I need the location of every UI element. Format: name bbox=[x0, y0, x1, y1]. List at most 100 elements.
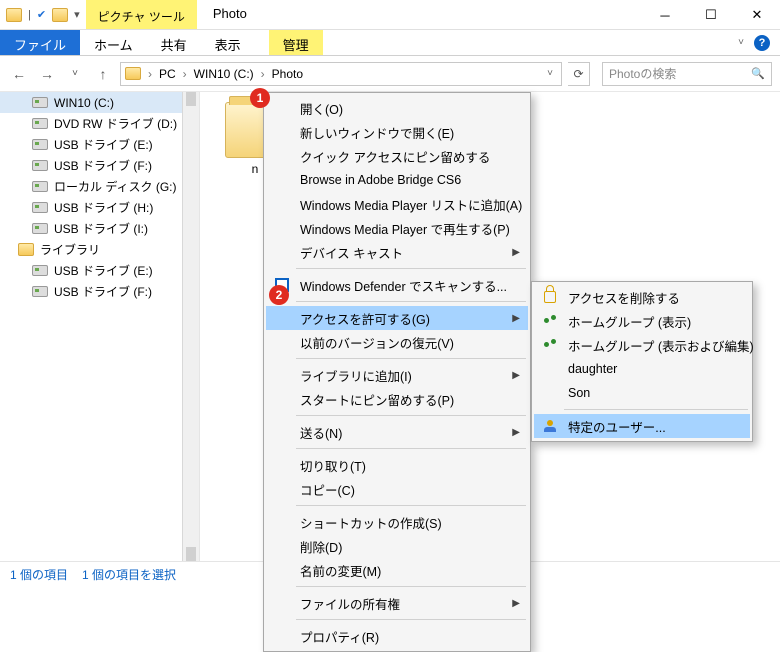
menu-item[interactable]: 切り取り(T) bbox=[266, 453, 528, 477]
menu-item-label: デバイス キャスト bbox=[300, 243, 403, 262]
menu-item[interactable]: Windows Media Player リストに追加(A) bbox=[266, 192, 528, 216]
tree-item-drive[interactable]: DVD RW ドライブ (D:) bbox=[0, 113, 199, 134]
menu-item-label: ホームグループ (表示) bbox=[568, 312, 691, 331]
menu-item[interactable]: 名前の変更(M) bbox=[266, 558, 528, 582]
menu-item[interactable]: Son bbox=[534, 381, 750, 405]
tree-item-label: WIN10 (C:) bbox=[54, 96, 114, 110]
navigation-tree[interactable]: WIN10 (C:)DVD RW ドライブ (D:)USB ドライブ (E:)U… bbox=[0, 92, 200, 561]
menu-item-label: Windows Media Player リストに追加(A) bbox=[300, 195, 522, 214]
menu-item[interactable]: ライブラリに追加(I)▶ bbox=[266, 363, 528, 387]
tree-item-drive[interactable]: USB ドライブ (F:) bbox=[0, 155, 199, 176]
tree-item-label: USB ドライブ (H:) bbox=[54, 199, 153, 216]
scrollbar[interactable] bbox=[182, 92, 199, 561]
up-button[interactable]: ↑ bbox=[92, 63, 114, 85]
menu-item[interactable]: スタートにピン留めする(P) bbox=[266, 387, 528, 411]
back-button[interactable]: ← bbox=[8, 63, 30, 85]
tree-item-libraries[interactable]: ライブラリ bbox=[0, 239, 199, 260]
tab-home[interactable]: ホーム bbox=[80, 30, 147, 55]
folder-icon bbox=[6, 8, 22, 22]
minimize-button[interactable]: ─ bbox=[642, 0, 688, 30]
recent-locations-button[interactable]: ˅ bbox=[64, 63, 86, 85]
share-icon bbox=[541, 336, 559, 354]
menu-item[interactable]: ホームグループ (表示) bbox=[534, 309, 750, 333]
menu-item-label: 新しいウィンドウで開く(E) bbox=[300, 123, 454, 142]
refresh-button[interactable]: ⟳ bbox=[568, 62, 590, 86]
menu-item[interactable]: 特定のユーザー... bbox=[534, 414, 750, 438]
context-submenu-access[interactable]: アクセスを削除するホームグループ (表示) ホームグループ (表示および編集) da… bbox=[531, 281, 753, 442]
tab-file[interactable]: ファイル bbox=[0, 30, 80, 55]
drive-icon bbox=[32, 181, 48, 192]
menu-item[interactable]: 削除(D) bbox=[266, 534, 528, 558]
menu-item-label: Windows Defender でスキャンする... bbox=[300, 276, 507, 295]
tree-item-drive[interactable]: USB ドライブ (H:) bbox=[0, 197, 199, 218]
tree-item-label: USB ドライブ (E:) bbox=[54, 262, 153, 279]
menu-item-label: アクセスを許可する(G) bbox=[300, 309, 430, 328]
drive-icon bbox=[32, 223, 48, 234]
menu-item[interactable]: ファイルの所有権▶ bbox=[266, 591, 528, 615]
ribbon-collapse-icon[interactable]: ˅ bbox=[738, 37, 744, 48]
navigation-bar: ← → ˅ ↑ › PC › WIN10 (C:) › Photo ˅ ⟳ Ph… bbox=[0, 56, 780, 92]
address-bar[interactable]: › PC › WIN10 (C:) › Photo ˅ bbox=[120, 62, 562, 86]
menu-item[interactable]: デバイス キャスト▶ bbox=[266, 240, 528, 264]
menu-item[interactable]: Windows Defender でスキャンする... bbox=[266, 273, 528, 297]
menu-item-label: ホームグループ (表示および編集) bbox=[568, 336, 754, 355]
window-title: Photo bbox=[197, 0, 263, 29]
menu-item[interactable]: コピー(C) bbox=[266, 477, 528, 501]
qat-check-icon[interactable]: ✔ bbox=[37, 8, 46, 21]
chevron-right-icon: › bbox=[180, 67, 190, 81]
tab-manage[interactable]: 管理 bbox=[269, 30, 323, 55]
callout-badge-2: 2 bbox=[269, 285, 289, 305]
tree-item-drive[interactable]: USB ドライブ (E:) bbox=[0, 260, 199, 281]
menu-item[interactable]: アクセスを削除する bbox=[534, 285, 750, 309]
context-menu[interactable]: 開く(O) 新しいウィンドウで開く(E) クイック アクセスにピン留めするBrows… bbox=[263, 92, 531, 652]
user-icon bbox=[541, 417, 559, 435]
menu-item[interactable]: アクセスを許可する(G)▶ bbox=[266, 306, 528, 330]
menu-item[interactable]: 以前のバージョンの復元(V) bbox=[266, 330, 528, 354]
menu-item[interactable]: 開く(O) bbox=[266, 96, 528, 120]
chevron-right-icon: ▶ bbox=[512, 427, 520, 438]
ribbon-tabs: ファイル ホーム 共有 表示 管理 ˅ ? bbox=[0, 30, 780, 56]
menu-item-label: スタートにピン留めする(P) bbox=[300, 390, 454, 409]
tree-item-drive[interactable]: USB ドライブ (F:) bbox=[0, 281, 199, 302]
menu-item-label: Son bbox=[568, 386, 590, 400]
menu-item[interactable]: ホームグループ (表示および編集) bbox=[534, 333, 750, 357]
menu-item[interactable]: Browse in Adobe Bridge CS6 bbox=[266, 168, 528, 192]
share-icon bbox=[541, 312, 559, 330]
tree-item-label: ローカル ディスク (G:) bbox=[54, 178, 177, 195]
menu-item[interactable]: daughter bbox=[534, 357, 750, 381]
breadcrumb-pc[interactable]: PC bbox=[159, 67, 176, 81]
menu-item[interactable]: 送る(N) ▶ bbox=[266, 420, 528, 444]
tree-item-drive[interactable]: USB ドライブ (I:) bbox=[0, 218, 199, 239]
tab-share[interactable]: 共有 bbox=[147, 30, 201, 55]
breadcrumb-folder[interactable]: Photo bbox=[272, 67, 303, 81]
search-box[interactable]: Photoの検索 🔍 bbox=[602, 62, 772, 86]
menu-item-label: 送る(N) bbox=[300, 423, 342, 442]
menu-item[interactable]: クイック アクセスにピン留めする bbox=[266, 144, 528, 168]
menu-item[interactable]: Windows Media Player で再生する(P) bbox=[266, 216, 528, 240]
menu-item[interactable]: プロパティ(R) bbox=[266, 624, 528, 648]
menu-item[interactable]: ショートカットの作成(S) bbox=[266, 510, 528, 534]
menu-item-label: 開く(O) bbox=[300, 99, 343, 118]
menu-item-label: 削除(D) bbox=[300, 537, 342, 556]
drive-icon bbox=[32, 139, 48, 150]
close-button[interactable]: ✕ bbox=[734, 0, 780, 30]
menu-item[interactable]: 新しいウィンドウで開く(E) bbox=[266, 120, 528, 144]
chevron-right-icon: ▶ bbox=[512, 370, 520, 381]
tree-item-drive[interactable]: USB ドライブ (E:) bbox=[0, 134, 199, 155]
help-icon[interactable]: ? bbox=[754, 35, 770, 51]
address-dropdown-icon[interactable]: ˅ bbox=[543, 68, 557, 79]
menu-item-label: daughter bbox=[568, 362, 617, 376]
forward-button[interactable]: → bbox=[36, 63, 58, 85]
menu-item-label: コピー(C) bbox=[300, 480, 355, 499]
maximize-button[interactable]: ☐ bbox=[688, 0, 734, 30]
contextual-tool-tab: ピクチャ ツール bbox=[86, 0, 197, 29]
tab-view[interactable]: 表示 bbox=[201, 30, 255, 55]
tree-item-drive[interactable]: ローカル ディスク (G:) bbox=[0, 176, 199, 197]
tree-item-drive[interactable]: WIN10 (C:) bbox=[0, 92, 199, 113]
tree-item-label: ライブラリ bbox=[40, 241, 100, 258]
menu-item-label: アクセスを削除する bbox=[568, 288, 680, 307]
tree-item-label: DVD RW ドライブ (D:) bbox=[54, 115, 177, 132]
drive-icon bbox=[32, 160, 48, 171]
breadcrumb-drive[interactable]: WIN10 (C:) bbox=[194, 67, 254, 81]
qat-dropdown-icon[interactable]: ▾ bbox=[74, 8, 80, 21]
